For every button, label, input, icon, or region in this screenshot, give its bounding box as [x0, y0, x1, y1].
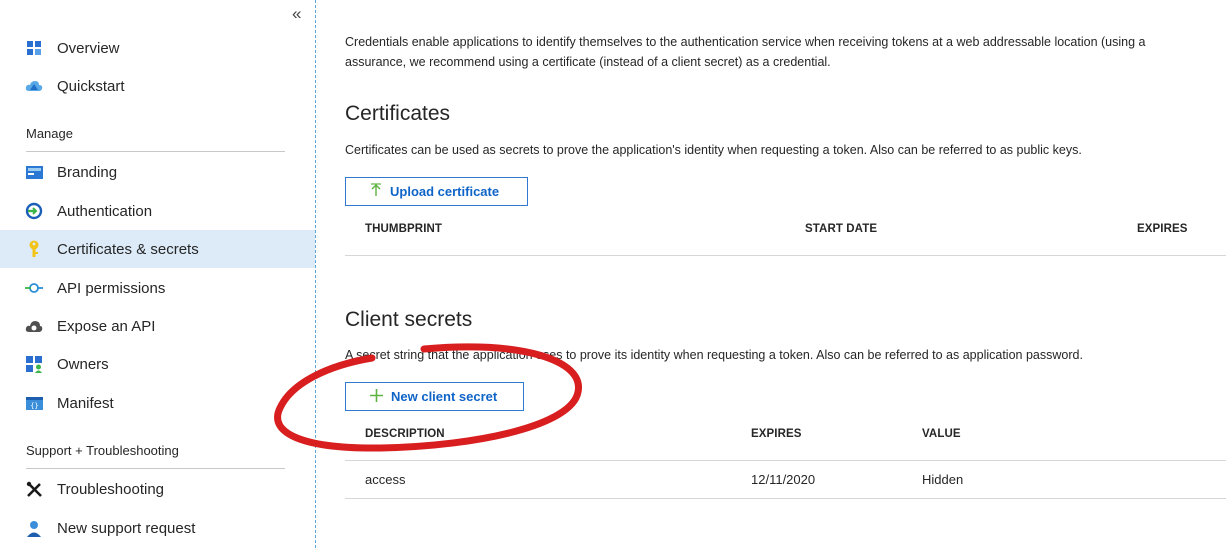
sidebar-item-label: Expose an API	[57, 317, 156, 335]
main-content: Credentials enable applications to ident…	[345, 0, 1226, 548]
sidebar-item-label: Certificates & secrets	[57, 240, 199, 258]
column-header-start-date[interactable]: START DATE	[805, 223, 877, 235]
sidebar-item-overview[interactable]: Overview	[0, 29, 315, 67]
intro-line: Credentials enable applications to ident…	[345, 35, 1146, 49]
intro-line: assurance, we recommend using a certific…	[345, 55, 831, 69]
upload-certificate-button[interactable]: Upload certificate	[345, 177, 528, 206]
sidebar-item-troubleshooting[interactable]: Troubleshooting	[0, 470, 315, 508]
sidebar-item-owners[interactable]: Owners	[0, 345, 315, 383]
quickstart-cloud-icon	[24, 76, 44, 96]
column-header-thumbprint[interactable]: THUMBPRINT	[365, 223, 442, 235]
sidebar-item-label: Quickstart	[57, 77, 125, 95]
support-person-icon	[24, 518, 44, 538]
sidebar-item-manifest[interactable]: {} Manifest	[0, 384, 315, 422]
manage-heading: Manage	[26, 126, 73, 141]
sidebar-item-label: Owners	[57, 355, 109, 373]
overview-grid-icon	[24, 38, 44, 58]
sidebar-item-branding[interactable]: Branding	[0, 153, 315, 191]
cloud-gear-icon	[24, 316, 44, 336]
secret-expires-cell: 12/11/2020	[751, 472, 816, 487]
collapse-sidebar-icon[interactable]: «	[292, 4, 301, 24]
svg-text:{}: {}	[30, 402, 38, 410]
client-secrets-heading: Client secrets	[345, 308, 473, 331]
sidebar-item-label: Branding	[57, 163, 118, 181]
certificates-description: Certificates can be used as secrets to p…	[345, 143, 1082, 157]
upload-arrow-icon	[370, 183, 382, 200]
support-heading: Support + Troubleshooting	[26, 443, 179, 458]
sidebar-item-label: New support request	[57, 519, 196, 537]
authentication-icon	[24, 201, 44, 221]
key-icon	[24, 239, 44, 259]
column-header-expires[interactable]: EXPIRES	[751, 428, 802, 440]
divider	[345, 255, 1226, 256]
manifest-icon: {}	[24, 393, 44, 413]
branding-card-icon	[24, 162, 44, 182]
sidebar-item-quickstart[interactable]: Quickstart	[0, 67, 315, 105]
sidebar-item-label: Troubleshooting	[57, 480, 165, 498]
tools-icon	[24, 479, 44, 499]
plus-icon	[370, 388, 383, 405]
intro-text: Credentials enable applications to ident…	[345, 32, 1226, 72]
sidebar-item-api-permissions[interactable]: API permissions	[0, 269, 315, 307]
sidebar-item-authentication[interactable]: Authentication	[0, 192, 315, 230]
upload-certificate-label: Upload certificate	[390, 184, 500, 199]
divider	[345, 460, 1226, 461]
sidebar-item-label: Manifest	[57, 394, 114, 412]
divider	[26, 151, 285, 152]
api-permissions-icon	[24, 278, 44, 298]
new-client-secret-button[interactable]: New client secret	[345, 382, 524, 411]
column-header-expires[interactable]: EXPIRES	[1137, 223, 1188, 235]
owners-grid-icon	[24, 354, 44, 374]
client-secrets-description: A secret string that the application use…	[345, 348, 1083, 362]
divider	[26, 468, 285, 469]
secret-description-cell: access	[365, 472, 406, 487]
secret-value-cell: Hidden	[922, 472, 964, 487]
sidebar-item-label: Authentication	[57, 202, 153, 220]
divider	[345, 498, 1226, 499]
column-header-description[interactable]: DESCRIPTION	[365, 428, 445, 440]
sidebar: « Overview Quickstart Manage Branding Au…	[0, 0, 316, 548]
sidebar-item-new-support-request[interactable]: New support request	[0, 509, 315, 547]
column-header-value[interactable]: VALUE	[922, 428, 961, 440]
new-client-secret-label: New client secret	[391, 389, 498, 404]
certificates-heading: Certificates	[345, 102, 451, 125]
sidebar-item-certificates-secrets[interactable]: Certificates & secrets	[0, 230, 315, 268]
sidebar-item-label: API permissions	[57, 279, 166, 297]
sidebar-item-label: Overview	[57, 39, 120, 57]
sidebar-item-expose-api[interactable]: Expose an API	[0, 307, 315, 345]
